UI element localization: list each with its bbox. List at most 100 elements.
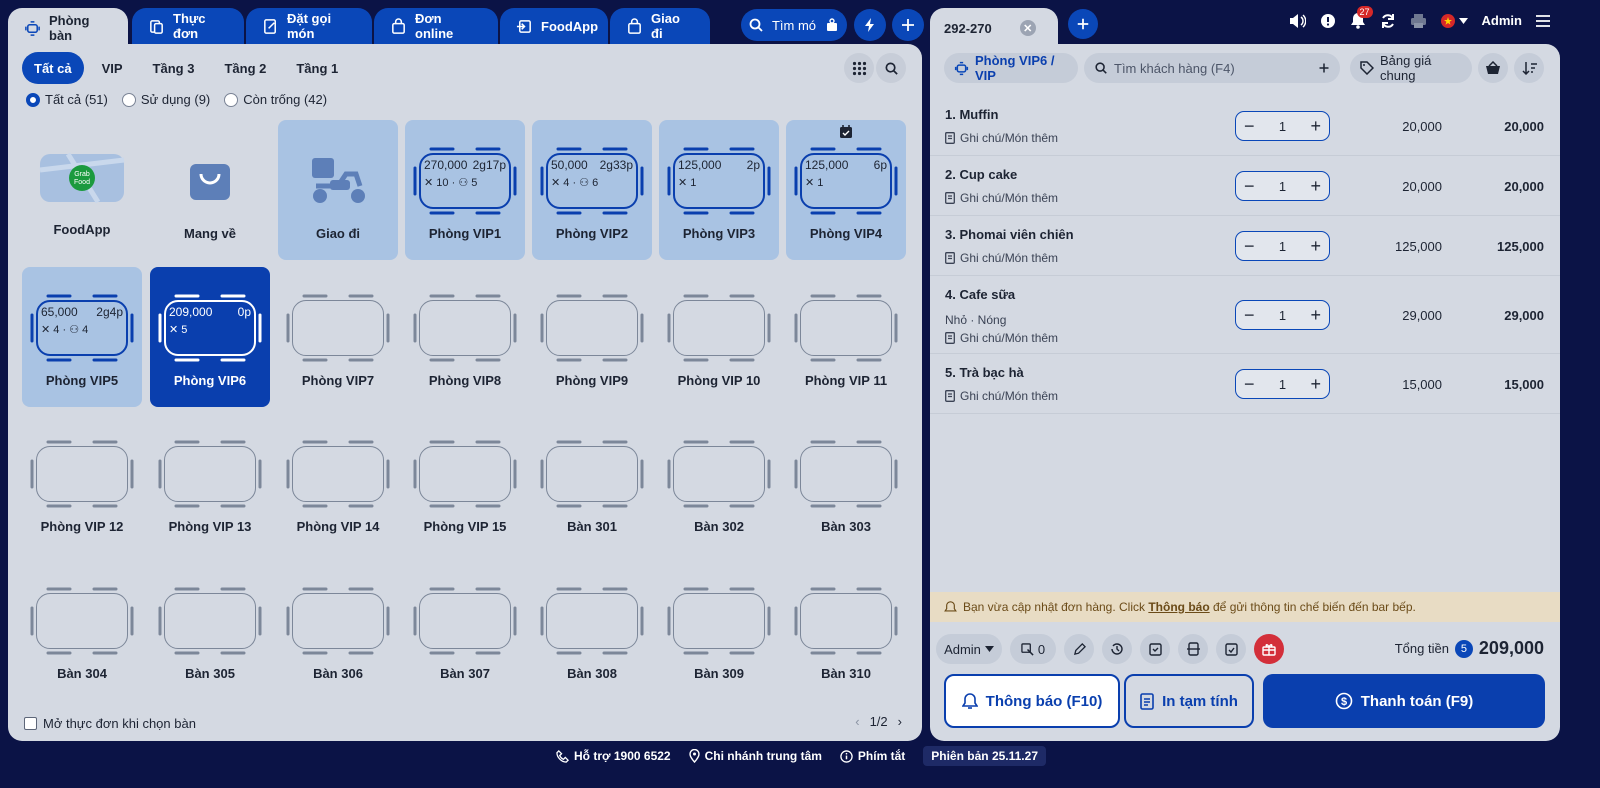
plus-icon[interactable]: + xyxy=(1310,306,1321,324)
tab-don-online[interactable]: Đơn online xyxy=(374,8,498,44)
menu-search-button[interactable]: Tìm mó xyxy=(741,9,847,41)
item-quantity[interactable]: 1 xyxy=(1279,119,1286,134)
table-card[interactable]: Phòng VIP 13 xyxy=(150,413,270,553)
basket-button[interactable] xyxy=(1478,53,1508,83)
order-item-row[interactable]: 5. Trà bạc hà Ghi chú/Món thêm − 1 +15,000 15… xyxy=(930,354,1560,414)
table-card[interactable]: Bàn 304 xyxy=(22,560,142,700)
table-card[interactable]: Bàn 305 xyxy=(150,560,270,700)
table-card[interactable]: Bàn 308 xyxy=(532,560,652,700)
table-card[interactable]: Bàn 306 xyxy=(278,560,398,700)
floor-filter-tang-2[interactable]: Tầng 2 xyxy=(212,52,278,84)
bell-icon[interactable]: 27 xyxy=(1350,6,1373,29)
minus-icon[interactable]: − xyxy=(1244,117,1255,135)
item-quantity[interactable]: 1 xyxy=(1279,377,1286,392)
price-list-selector[interactable]: Bảng giá chung xyxy=(1350,53,1472,83)
add-customer-icon[interactable] xyxy=(1318,62,1330,74)
sort-button[interactable] xyxy=(1514,53,1544,83)
status-filter-available[interactable]: Còn trống (42) xyxy=(224,92,327,107)
table-card[interactable]: Phòng VIP 12 xyxy=(22,413,142,553)
room-selector[interactable]: Phòng VIP6 / VIP xyxy=(944,53,1078,83)
staff-selector[interactable]: Admin xyxy=(936,634,1002,664)
item-note-link[interactable]: Ghi chú/Món thêm xyxy=(945,131,1058,145)
chevron-right-icon[interactable]: › xyxy=(898,714,902,729)
tab-dat-goi-mon[interactable]: Đặt gọi món xyxy=(246,8,372,44)
item-note-link[interactable]: Ghi chú/Món thêm xyxy=(945,251,1058,265)
status-filter-all[interactable]: Tất cả (51) xyxy=(26,92,108,107)
gift-button[interactable] xyxy=(1254,634,1284,664)
schedule-button[interactable] xyxy=(1140,634,1170,664)
add-tab-button[interactable] xyxy=(892,9,924,41)
open-menu-checkbox[interactable] xyxy=(24,717,37,730)
history-button[interactable] xyxy=(1102,634,1132,664)
minus-icon[interactable]: − xyxy=(1244,237,1255,255)
table-card[interactable]: Bàn 301 xyxy=(532,413,652,553)
edit-button[interactable] xyxy=(1064,634,1094,664)
user-name[interactable]: Admin xyxy=(1482,13,1522,28)
table-card[interactable]: 50,000 2g33p ✕ 4 · ⚇ 6 Phòng VIP2 xyxy=(532,120,652,260)
open-menu-option[interactable]: Mở thực đơn khi chọn bàn xyxy=(24,716,196,731)
table-card[interactable]: Bàn 307 xyxy=(405,560,525,700)
table-card[interactable]: Bàn 309 xyxy=(659,560,779,700)
checklist-button[interactable] xyxy=(1216,634,1246,664)
card-mang-ve[interactable]: Mang về xyxy=(150,120,270,260)
plus-icon[interactable]: + xyxy=(1310,375,1321,393)
status-filter-in-use[interactable]: Sử dụng (9) xyxy=(121,92,210,107)
notice-link[interactable]: Thông báo xyxy=(1148,600,1209,614)
table-card[interactable]: Bàn 310 xyxy=(786,560,906,700)
minus-icon[interactable]: − xyxy=(1244,177,1255,195)
alert-icon[interactable] xyxy=(1320,13,1336,29)
floor-filter-tang-1[interactable]: Tầng 1 xyxy=(284,52,350,84)
table-card[interactable]: Phòng VIP7 xyxy=(278,267,398,407)
order-item-row[interactable]: 2. Cup cake Ghi chú/Món thêm − 1 +20,000 20,0… xyxy=(930,156,1560,216)
refresh-icon[interactable] xyxy=(1380,13,1396,29)
table-search-button[interactable] xyxy=(876,53,906,83)
table-card[interactable]: 270,000 2g17p ✕ 10 · ⚇ 5 Phòng VIP1 xyxy=(405,120,525,260)
tab-phong-ban[interactable]: Phòng bàn xyxy=(8,8,128,48)
plus-icon[interactable]: + xyxy=(1310,177,1321,195)
floor-filter-all[interactable]: Tất cả xyxy=(22,52,84,84)
tab-giao-di[interactable]: Giao đi xyxy=(610,8,710,44)
item-quantity[interactable]: 1 xyxy=(1279,308,1286,323)
quick-order-button[interactable] xyxy=(854,9,886,41)
speaker-icon[interactable] xyxy=(1288,13,1306,29)
table-card[interactable]: 125,000 6p ✕ 1 Phòng VIP4 xyxy=(786,120,906,260)
item-quantity[interactable]: 1 xyxy=(1279,179,1286,194)
pay-button[interactable]: $ Thanh toán (F9) xyxy=(1263,674,1545,728)
minus-icon[interactable]: − xyxy=(1244,306,1255,324)
table-card[interactable]: 209,000 0p ✕ 5 Phòng VIP6 xyxy=(150,267,270,407)
table-card[interactable]: Bàn 302 xyxy=(659,413,779,553)
table-card[interactable]: Phòng VIP 15 xyxy=(405,413,525,553)
item-note-link[interactable]: Ghi chú/Món thêm xyxy=(945,389,1058,403)
order-item-row[interactable]: 1. Muffin Ghi chú/Món thêm − 1 +20,000 20,000 xyxy=(930,96,1560,156)
order-item-row[interactable]: 3. Phomai viên chiên Ghi chú/Món thêm − 1 +1… xyxy=(930,216,1560,276)
shortcuts-link[interactable]: Phím tắt xyxy=(840,749,905,763)
printer-icon[interactable] xyxy=(1410,13,1427,29)
add-invoice-button[interactable] xyxy=(1068,9,1098,39)
floor-filter-vip[interactable]: VIP xyxy=(90,52,135,84)
plus-icon[interactable]: + xyxy=(1310,237,1321,255)
table-card[interactable]: Phòng VIP 11 xyxy=(786,267,906,407)
table-card[interactable]: Phòng VIP 10 xyxy=(659,267,779,407)
guest-count-button[interactable]: 0 xyxy=(1010,634,1056,664)
item-note-link[interactable]: Ghi chú/Món thêm xyxy=(945,331,1058,345)
tab-foodapp[interactable]: FoodApp xyxy=(500,8,608,44)
table-card[interactable]: Bàn 303 xyxy=(786,413,906,553)
language-flag-icon[interactable] xyxy=(1440,13,1468,28)
table-card[interactable]: Phòng VIP 14 xyxy=(278,413,398,553)
item-quantity[interactable]: 1 xyxy=(1279,239,1286,254)
invoice-tab[interactable]: 292-270 ✕ xyxy=(930,8,1058,48)
item-note-link[interactable]: Ghi chú/Món thêm xyxy=(945,191,1058,205)
customer-search-input[interactable]: Tìm khách hàng (F4) xyxy=(1084,53,1340,83)
card-giao-di[interactable]: Giao đi xyxy=(278,120,398,260)
notify-kitchen-button[interactable]: Thông báo (F10) xyxy=(944,674,1120,728)
split-order-button[interactable] xyxy=(1178,634,1208,664)
table-card[interactable]: 125,000 2p ✕ 1 Phòng VIP3 xyxy=(659,120,779,260)
chevron-left-icon[interactable]: ‹ xyxy=(855,714,859,729)
card-foodapp[interactable]: Grab Food FoodApp xyxy=(22,120,142,260)
print-draft-button[interactable]: In tạm tính xyxy=(1124,674,1254,728)
support-link[interactable]: Hỗ trợ 1900 6522 xyxy=(556,749,671,763)
branch-link[interactable]: Chi nhánh trung tâm xyxy=(688,749,822,763)
order-item-row[interactable]: 4. Cafe sữa Nhỏ · Nóng Ghi chú/Món thêm − 1 +… xyxy=(930,276,1560,354)
floor-filter-tang-3[interactable]: Tầng 3 xyxy=(141,52,207,84)
tab-thuc-don[interactable]: Thực đơn xyxy=(132,8,244,44)
